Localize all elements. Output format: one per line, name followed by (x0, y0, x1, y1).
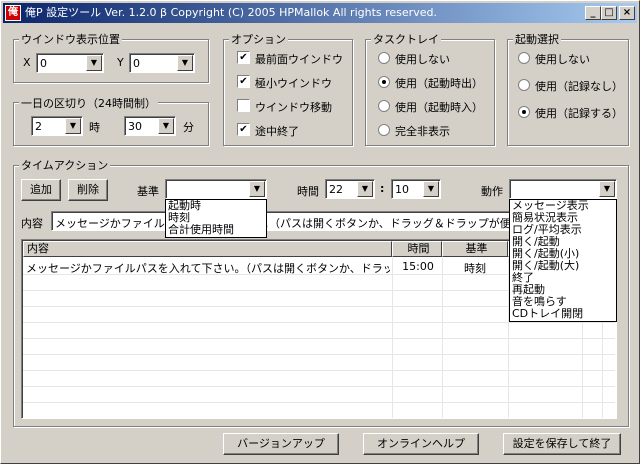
option-mini-window-checkbox[interactable]: ✔ (237, 75, 250, 88)
action-hour-combo[interactable]: 22 ▼ (325, 179, 375, 199)
action-minute-value: 10 (395, 183, 409, 196)
tasktray-radio-1[interactable] (378, 76, 390, 88)
day-break-minute-combo[interactable]: 30 ▼ (124, 116, 176, 136)
minimize-button[interactable]: _ (585, 6, 601, 20)
time-label: 時間 (297, 185, 319, 198)
action-option[interactable]: 終了 (510, 272, 616, 284)
options-label: オプション (229, 31, 288, 47)
title-bar[interactable]: 俺 俺P 設定ツール Ver. 1.2.0 β Copyright (C) 20… (3, 3, 637, 23)
basis-combo[interactable]: ▼ (165, 179, 267, 199)
y-position-combo[interactable]: 0 ▼ (129, 53, 195, 73)
chevron-down-icon[interactable]: ▼ (357, 181, 373, 197)
y-position-value: 0 (133, 57, 140, 70)
minute-unit: 分 (183, 121, 194, 134)
option-window-move-checkbox[interactable] (237, 99, 250, 112)
x-position-combo[interactable]: 0 ▼ (36, 53, 104, 73)
startup-radio-0[interactable] (518, 52, 530, 64)
action-option[interactable]: 簡易状況表示 (510, 212, 616, 224)
row-divider (23, 354, 615, 355)
row-divider (23, 370, 615, 371)
startup-option-label: 使用しない (535, 53, 590, 66)
day-break-minute-value: 30 (128, 120, 142, 133)
column-header-time[interactable]: 時間 (392, 241, 442, 257)
basis-option[interactable]: 合計使用時間 (166, 224, 266, 236)
row-divider (23, 386, 615, 387)
save-and-exit-button[interactable]: 設定を保存して終了 (503, 433, 621, 455)
hour-unit: 時 (89, 121, 100, 134)
column-header-content[interactable]: 内容 (23, 241, 392, 257)
app-icon: 俺 (5, 5, 21, 21)
tasktray-option-label: 使用（起動時入） (395, 101, 483, 114)
basis-option[interactable]: 起動時 (166, 200, 266, 212)
delete-button[interactable]: 削除 (68, 179, 108, 201)
day-break-hour-combo[interactable]: 2 ▼ (31, 116, 83, 136)
row-content[interactable]: メッセージかファイルパスを入れて下さい。（パスは開くボタンか、ドラッ... (26, 260, 390, 276)
chevron-down-icon[interactable]: ▼ (86, 55, 102, 71)
chevron-down-icon[interactable]: ▼ (599, 181, 615, 197)
chevron-down-icon[interactable]: ▼ (177, 55, 193, 71)
action-option[interactable]: 音を鳴らす (510, 296, 616, 308)
option-mini-window-label: 極小ウインドウ (255, 77, 332, 90)
tasktray-radio-2[interactable] (378, 100, 390, 112)
startup-label: 起動選択 (513, 31, 561, 47)
startup-option-label: 使用（記録なし） (535, 80, 623, 93)
action-label: 動作 (481, 185, 503, 198)
basis-label: 基準 (137, 185, 159, 198)
option-topmost-checkbox[interactable]: ✔ (237, 51, 250, 64)
row-divider (23, 322, 615, 323)
time-action-label: タイムアクション (19, 157, 111, 173)
column-header-basis[interactable]: 基準 (442, 241, 508, 257)
chevron-down-icon[interactable]: ▼ (65, 118, 81, 134)
action-option[interactable]: メッセージ表示 (510, 200, 616, 212)
option-window-move-label: ウインドウ移動 (255, 101, 332, 114)
y-label: Y (117, 56, 124, 69)
tasktray-label: タスクトレイ (371, 31, 441, 47)
x-label: X (23, 56, 31, 69)
settings-window: 俺 俺P 設定ツール Ver. 1.2.0 β Copyright (C) 20… (0, 0, 640, 464)
add-button[interactable]: 追加 (21, 179, 61, 201)
tasktray-option-label: 完全非表示 (395, 125, 450, 138)
content-label: 内容 (21, 217, 43, 230)
action-hour-value: 22 (329, 183, 343, 196)
action-option[interactable]: 開く/起動(小) (510, 248, 616, 260)
row-divider (23, 338, 615, 339)
window-title: 俺P 設定ツール Ver. 1.2.0 β Copyright (C) 2005… (25, 6, 437, 19)
action-dropdown-list[interactable]: メッセージ表示 簡易状況表示 ログ/平均表示 開く/起動 開く/起動(小) 開く… (509, 199, 617, 322)
chevron-down-icon[interactable]: ▼ (249, 181, 265, 197)
option-midway-exit-checkbox[interactable]: ✔ (237, 123, 250, 136)
maximize-button[interactable]: □ (601, 6, 617, 20)
startup-radio-1[interactable] (518, 79, 530, 91)
chevron-down-icon[interactable]: ▼ (158, 118, 174, 134)
tasktray-option-label: 使用（起動時出） (395, 77, 483, 90)
chevron-down-icon[interactable]: ▼ (423, 181, 439, 197)
basis-dropdown-list[interactable]: 起動時 時刻 合計使用時間 (165, 199, 267, 238)
basis-option[interactable]: 時刻 (166, 212, 266, 224)
tasktray-option-label: 使用しない (395, 53, 450, 66)
tasktray-radio-0[interactable] (378, 52, 390, 64)
startup-radio-2[interactable] (518, 106, 530, 118)
option-topmost-label: 最前面ウインドウ (255, 53, 343, 66)
row-time[interactable]: 15:00 (396, 260, 440, 273)
action-option[interactable]: CDトレイ開閉 (510, 308, 616, 320)
action-minute-combo[interactable]: 10 ▼ (391, 179, 441, 199)
day-break-hour-value: 2 (35, 120, 42, 133)
tasktray-radio-3[interactable] (378, 124, 390, 136)
action-option[interactable]: 開く/起動 (510, 236, 616, 248)
action-option[interactable]: 開く/起動(大) (510, 260, 616, 272)
close-button[interactable]: × (619, 6, 635, 20)
action-option[interactable]: 再起動 (510, 284, 616, 296)
day-break-label: 一日の区切り（24時間制） (19, 95, 158, 111)
x-position-value: 0 (40, 57, 47, 70)
time-colon: : (380, 182, 385, 195)
version-up-button[interactable]: バージョンアップ (223, 433, 339, 455)
row-divider (23, 402, 615, 403)
window-position-label: ウインドウ表示位置 (19, 31, 122, 47)
online-help-button[interactable]: オンラインヘルプ (363, 433, 479, 455)
action-option[interactable]: ログ/平均表示 (510, 224, 616, 236)
action-combo[interactable]: ▼ (509, 179, 617, 199)
startup-option-label: 使用（記録する） (535, 107, 623, 120)
row-basis[interactable]: 時刻 (444, 260, 506, 276)
option-midway-exit-label: 途中終了 (255, 125, 299, 138)
